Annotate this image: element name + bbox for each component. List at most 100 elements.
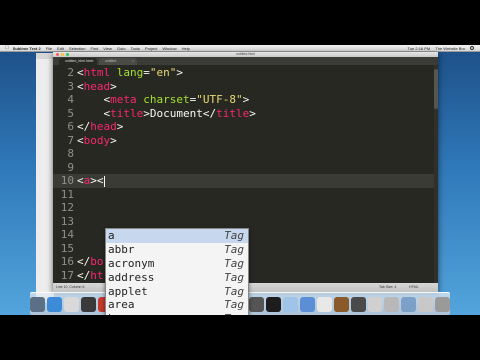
autocomplete-item[interactable]: area Tag <box>106 298 248 312</box>
tab-bar: untitled_html.html × untitled × <box>53 57 438 65</box>
dock-app-icon[interactable] <box>63 296 79 312</box>
line-number: 5 <box>67 106 74 120</box>
dock-app-icon[interactable] <box>30 296 45 312</box>
menu-goto[interactable]: Goto <box>117 46 126 51</box>
autocomplete-item-kind: Tag <box>224 312 244 315</box>
menu-tools[interactable]: Tools <box>131 46 140 51</box>
line-content: <body> <box>77 133 117 147</box>
dock-app-icon[interactable] <box>300 296 315 312</box>
line-content: <meta charset="UTF-8"> <box>77 93 250 106</box>
line-number: 8 <box>67 147 74 160</box>
line-number: 2 <box>67 66 74 79</box>
code-line[interactable]: 7 <body> <box>53 134 438 148</box>
code-line[interactable]: 10 <a>< <box>53 174 438 188</box>
dock-app-icon[interactable] <box>283 296 299 312</box>
cursor-position: Line 10, Column 6 <box>56 285 85 289</box>
code-line[interactable]: 4 <meta charset="UTF-8"> <box>53 93 438 107</box>
menu-extras: Tue 2:16 PM The Website Bro <box>408 45 474 51</box>
tab-label: untitled <box>105 59 117 63</box>
user-name[interactable]: The Website Bro <box>435 46 465 51</box>
autocomplete-item[interactable]: address Tag <box>106 271 248 285</box>
line-number: 7 <box>67 133 74 147</box>
menu-window[interactable]: Window <box>162 46 176 51</box>
minimize-window-button[interactable] <box>61 53 64 56</box>
autocomplete-item[interactable]: acronym Tag <box>106 257 248 271</box>
autocomplete-item-name: b <box>108 312 115 315</box>
close-tab-icon[interactable]: × <box>132 58 134 65</box>
dock-app-icon[interactable] <box>46 296 62 312</box>
autocomplete-popup: a Tag abbr Tag acronym Tag address Tag applet Tag… <box>105 228 249 315</box>
dock-app-icon[interactable] <box>266 296 282 312</box>
autocomplete-item[interactable]: abbr Tag <box>106 243 248 257</box>
code-line[interactable]: 12 <box>53 201 438 215</box>
autocomplete-item-kind: Tag <box>224 256 244 270</box>
menu-edit[interactable]: Edit <box>57 46 64 51</box>
syntax-selector[interactable]: HTML <box>409 283 419 292</box>
dock-app-icon[interactable] <box>384 296 400 312</box>
dock-app-icon[interactable] <box>249 296 265 312</box>
autocomplete-item-kind: Tag <box>224 284 244 298</box>
menu-find[interactable]: Find <box>91 46 99 51</box>
background-window-titlebar <box>36 53 54 59</box>
tab-untitled-html[interactable]: untitled_html.html × <box>59 58 97 65</box>
line-number: 15 <box>60 241 74 255</box>
line-content: <title>Document</title> <box>77 106 256 120</box>
code-line[interactable]: 9 <box>53 161 438 175</box>
autocomplete-item[interactable]: b Tag <box>106 312 248 315</box>
line-number: 11 <box>60 187 74 201</box>
clock[interactable]: Tue 2:16 PM <box>408 46 431 51</box>
dock-app-icon[interactable] <box>418 296 434 312</box>
code-line[interactable]: 3 <head> <box>53 80 438 94</box>
tab-label: untitled_html.html <box>65 59 93 63</box>
line-content: <head> <box>77 79 117 93</box>
autocomplete-item-kind: Tag <box>224 298 244 312</box>
line-number: 13 <box>60 214 74 228</box>
code-line[interactable]: 6 </head> <box>53 120 438 134</box>
window-controls <box>56 53 69 56</box>
menu-project[interactable]: Project <box>145 46 157 51</box>
code-line[interactable]: 11 <box>53 188 438 202</box>
vertical-scrollbar[interactable] <box>434 65 438 283</box>
dock-app-icon[interactable] <box>80 296 96 312</box>
line-content: </ht <box>77 268 104 282</box>
menu-file[interactable]: File <box>46 46 52 51</box>
code-line[interactable]: 5 <title>Document</title> <box>53 107 438 121</box>
tab-size-selector[interactable]: Tab Size: 4 <box>379 283 396 292</box>
dock-app-icon[interactable] <box>316 296 332 312</box>
line-content: <html lang="en"> <box>77 66 183 79</box>
zoom-window-button[interactable] <box>66 53 69 56</box>
line-number: 16 <box>60 255 74 268</box>
tab-untitled[interactable]: untitled × <box>99 58 137 65</box>
autocomplete-item-name: abbr <box>108 242 135 256</box>
desktop:  Sublime Text 2 File Edit Selection Fin… <box>0 45 480 315</box>
apple-menu-icon[interactable]:  <box>5 45 9 51</box>
code-line[interactable]: 8 <box>53 147 438 161</box>
scrollbar-thumb[interactable] <box>434 69 438 109</box>
autocomplete-item[interactable]: a Tag <box>106 229 248 243</box>
background-window[interactable] <box>36 53 54 303</box>
close-window-button[interactable] <box>56 53 59 56</box>
menu-view[interactable]: View <box>103 46 112 51</box>
dock-app-icon[interactable] <box>367 296 383 312</box>
autocomplete-item-kind: Tag <box>224 229 244 242</box>
line-content: </bo <box>77 255 104 268</box>
line-content: <a>< <box>77 174 105 187</box>
menu-selection[interactable]: Selection <box>69 46 85 51</box>
dock-app-icon[interactable] <box>350 296 366 312</box>
line-number: 12 <box>60 201 74 214</box>
autocomplete-item-name: area <box>108 298 135 312</box>
app-name-menu[interactable]: Sublime Text 2 <box>13 46 41 51</box>
code-line[interactable]: 2 <html lang="en"> <box>53 66 438 80</box>
dock-app-icon[interactable] <box>435 296 450 312</box>
code-line[interactable]: 13 <box>53 215 438 229</box>
autocomplete-item-kind: Tag <box>224 270 244 284</box>
menu-bar:  Sublime Text 2 File Edit Selection Fin… <box>0 45 480 52</box>
menu-help[interactable]: Help <box>182 46 190 51</box>
close-tab-icon[interactable]: × <box>92 58 94 65</box>
line-number: 14 <box>60 228 74 241</box>
spotlight-search-icon[interactable] <box>470 46 474 50</box>
dock-app-icon[interactable] <box>401 296 417 312</box>
autocomplete-item[interactable]: applet Tag <box>106 285 248 299</box>
dock-app-icon[interactable] <box>333 296 349 312</box>
autocomplete-item-name: a <box>108 229 115 242</box>
